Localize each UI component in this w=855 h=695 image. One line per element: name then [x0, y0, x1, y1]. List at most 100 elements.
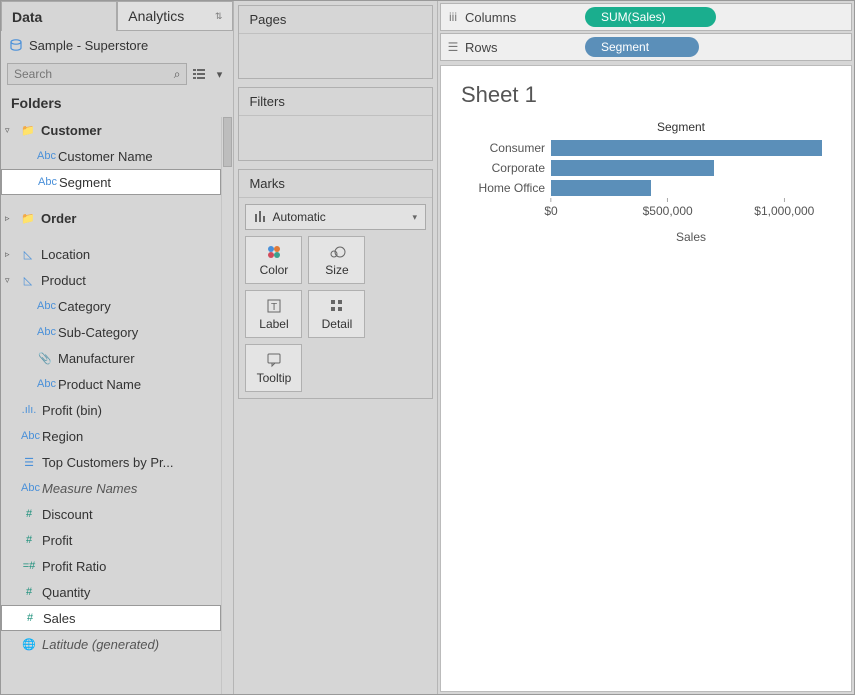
tab-switch-icon: ⇅ — [215, 11, 223, 22]
bar-row-home-office[interactable]: Home Office — [461, 178, 831, 198]
globe-icon: 🌐 — [21, 638, 37, 651]
datasource-name: Sample - Superstore — [29, 38, 148, 53]
field-quantity[interactable]: #Quantity — [1, 579, 221, 605]
filters-card[interactable]: Filters — [238, 87, 433, 161]
field-profit-bin[interactable]: .ılı.Profit (bin) — [1, 397, 221, 423]
rows-label: Rows — [465, 40, 585, 55]
bar-label: Consumer — [461, 141, 551, 155]
columns-label: Columns — [465, 10, 585, 25]
view-canvas[interactable]: Sheet 1 Segment ConsumerCorporateHome Of… — [440, 65, 852, 692]
marks-color-button[interactable]: Color — [245, 236, 302, 284]
field-segment[interactable]: AbcSegment — [1, 169, 221, 195]
bar-fill[interactable] — [551, 180, 651, 196]
columns-shelf[interactable]: iii Columns SUM(Sales) — [440, 3, 852, 31]
bar-chart: Segment ConsumerCorporateHome Office $0$… — [461, 120, 831, 244]
bar-fill[interactable] — [551, 140, 822, 156]
pages-shelf[interactable] — [239, 34, 432, 78]
marks-color-label: Color — [260, 263, 289, 277]
hierarchy-icon: ◺ — [20, 274, 36, 287]
pill-sum-sales[interactable]: SUM(Sales) — [585, 7, 716, 27]
pages-card-title: Pages — [239, 6, 432, 34]
chevron-down-icon: ▿ — [5, 275, 15, 286]
field-latitude[interactable]: 🌐Latitude (generated) — [1, 631, 221, 657]
abc-icon: Abc — [37, 300, 53, 312]
pages-card[interactable]: Pages — [238, 5, 433, 79]
folder-order[interactable]: ▹📁Order — [1, 205, 221, 231]
bar-mark-icon — [254, 210, 266, 225]
abc-icon: Abc — [21, 430, 37, 442]
chevron-down-icon: ▿ — [5, 125, 15, 136]
svg-text:T: T — [271, 302, 277, 313]
marks-label-label: Label — [259, 317, 288, 331]
sheet-title[interactable]: Sheet 1 — [461, 82, 831, 108]
marks-detail-button[interactable]: Detail — [308, 290, 365, 338]
axis-tick: $0 — [544, 198, 557, 218]
columns-icon: iii — [441, 10, 465, 24]
field-sub-category[interactable]: AbcSub-Category — [1, 319, 221, 345]
field-top-customers[interactable]: ☰Top Customers by Pr... — [1, 449, 221, 475]
rows-shelf[interactable]: ☰ Rows Segment — [440, 33, 852, 61]
field-discount[interactable]: #Discount — [1, 501, 221, 527]
field-profit-ratio[interactable]: =#Profit Ratio — [1, 553, 221, 579]
chevron-down-icon: ▾ — [412, 212, 417, 223]
rows-icon: ☰ — [441, 40, 465, 54]
cards-column: Pages Filters Marks Automatic ▾ Color — [234, 1, 438, 694]
search-icon: ⌕ — [174, 67, 181, 82]
mark-type-label: Automatic — [272, 210, 325, 224]
chevron-right-icon: ▹ — [5, 213, 15, 224]
abc-icon: Abc — [37, 150, 53, 162]
tab-analytics[interactable]: Analytics⇅ — [117, 1, 233, 31]
field-sales[interactable]: #Sales — [1, 605, 221, 631]
field-manufacturer[interactable]: 📎Manufacturer — [1, 345, 221, 371]
clip-icon: 📎 — [37, 352, 53, 365]
abc-icon: Abc — [37, 326, 53, 338]
scrollbar-thumb[interactable] — [223, 117, 232, 167]
bar-row-corporate[interactable]: Corporate — [461, 158, 831, 178]
bar-row-consumer[interactable]: Consumer — [461, 138, 831, 158]
marks-tooltip-label: Tooltip — [257, 371, 292, 385]
axis-tick: $1,000,000 — [754, 198, 814, 218]
hierarchy-product[interactable]: ▿◺Product — [1, 267, 221, 293]
field-measure-names[interactable]: AbcMeasure Names — [1, 475, 221, 501]
hierarchy-location[interactable]: ▹◺Location — [1, 241, 221, 267]
bar-fill[interactable] — [551, 160, 714, 176]
axis-title-sales: Sales — [551, 230, 831, 244]
abc-icon: Abc — [38, 176, 54, 188]
folder-icon: 📁 — [20, 124, 36, 137]
data-pane: Data Analytics⇅ Sample - Superstore ⌕ ▾ … — [1, 1, 234, 694]
number-icon: # — [21, 534, 37, 546]
field-region[interactable]: AbcRegion — [1, 423, 221, 449]
datasource-selector[interactable]: Sample - Superstore — [1, 31, 233, 59]
view-as-list-icon[interactable] — [191, 66, 207, 82]
bin-icon: .ılı. — [21, 404, 37, 416]
abc-icon: Abc — [37, 378, 53, 390]
marks-card[interactable]: Marks Automatic ▾ Color Size — [238, 169, 433, 399]
field-category[interactable]: AbcCategory — [1, 293, 221, 319]
field-product-name[interactable]: AbcProduct Name — [1, 371, 221, 397]
calc-number-icon: =# — [21, 560, 37, 572]
field-profit[interactable]: #Profit — [1, 527, 221, 553]
data-pane-menu-icon[interactable]: ▾ — [211, 66, 227, 82]
search-input[interactable]: ⌕ — [7, 63, 187, 85]
hierarchy-icon: ◺ — [20, 248, 36, 261]
tree-scrollbar[interactable] — [221, 117, 233, 694]
field-customer-name[interactable]: AbcCustomer Name — [1, 143, 221, 169]
bar-label: Corporate — [461, 161, 551, 175]
tab-data[interactable]: Data — [1, 1, 117, 31]
folders-header: Folders — [1, 89, 233, 117]
search-field[interactable] — [14, 67, 174, 81]
pill-segment[interactable]: Segment — [585, 37, 699, 57]
folder-customer[interactable]: ▿📁Customer — [1, 117, 221, 143]
mark-type-dropdown[interactable]: Automatic ▾ — [245, 204, 426, 230]
filters-shelf[interactable] — [239, 116, 432, 160]
worksheet-area: iii Columns SUM(Sales) ☰ Rows Segment Sh… — [438, 1, 854, 694]
marks-tooltip-button[interactable]: Tooltip — [245, 344, 302, 392]
chevron-right-icon: ▹ — [5, 249, 15, 260]
folder-icon: 📁 — [20, 212, 36, 225]
number-icon: # — [21, 586, 37, 598]
marks-label-button[interactable]: T Label — [245, 290, 302, 338]
bar-label: Home Office — [461, 181, 551, 195]
marks-detail-label: Detail — [322, 317, 353, 331]
marks-size-button[interactable]: Size — [308, 236, 365, 284]
marks-card-title: Marks — [239, 170, 432, 198]
